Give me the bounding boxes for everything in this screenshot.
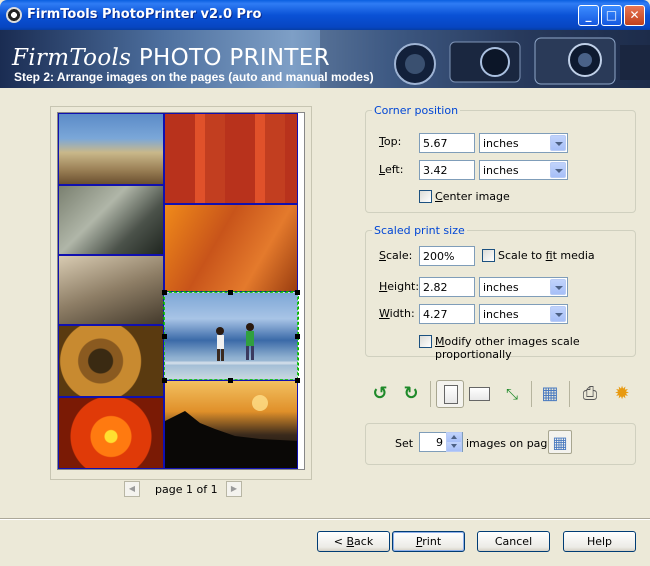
- app-logo: FirmTools PHOTO PRINTER: [12, 45, 330, 71]
- spin-down-icon[interactable]: [447, 442, 461, 451]
- settings-gear-icon[interactable]: ✹: [608, 380, 636, 408]
- spin-up-icon[interactable]: [447, 433, 461, 442]
- bottom-separator: [0, 518, 650, 520]
- page-navigator: ◀ page 1 of 1 ▶: [124, 481, 244, 499]
- prev-page-button[interactable]: ◀: [124, 481, 140, 497]
- top-label: Top:: [379, 135, 402, 148]
- left-unit-select[interactable]: inches: [479, 160, 568, 180]
- print-button[interactable]: Print: [392, 531, 465, 552]
- photo-beach[interactable]: [58, 113, 164, 185]
- auto-layout-icon[interactable]: ▦: [536, 380, 564, 408]
- corner-position-title: Corner position: [372, 104, 461, 117]
- apply-grid-icon[interactable]: ▦: [548, 430, 572, 454]
- photo-red-grass[interactable]: [164, 113, 298, 204]
- toolbar-separator: [531, 381, 532, 407]
- selection-handle[interactable]: [162, 378, 167, 383]
- next-page-button[interactable]: ▶: [226, 481, 242, 497]
- landscape-orientation-button[interactable]: [466, 380, 494, 408]
- width-label: Width:: [379, 307, 415, 320]
- chevron-down-icon[interactable]: [550, 135, 566, 151]
- height-unit-select[interactable]: inches: [479, 277, 568, 297]
- toolbar-separator: [569, 381, 570, 407]
- toolbar-separator: [430, 381, 431, 407]
- modify-proportionally-label: Modify other images scale proportionally: [435, 335, 580, 361]
- chevron-down-icon[interactable]: [550, 162, 566, 178]
- landscape-page-icon: [469, 387, 490, 401]
- photo-people-at-beach-selected[interactable]: [163, 291, 299, 381]
- app-icon: [6, 7, 22, 23]
- people-silhouettes: [165, 323, 297, 365]
- help-button[interactable]: Help: [563, 531, 636, 552]
- back-button[interactable]: < Back: [317, 531, 390, 552]
- window-title: FirmTools PhotoPrinter v2.0 Pro: [27, 7, 262, 22]
- sunset-landscape: [165, 395, 297, 468]
- page-preview[interactable]: [57, 112, 305, 470]
- step-heading: Step 2: Arrange images on the pages (aut…: [14, 70, 374, 84]
- width-unit-select[interactable]: inches: [479, 304, 568, 324]
- scale-to-fit-label: Scale to fit media: [498, 249, 595, 262]
- rotate-left-icon[interactable]: ↺: [366, 380, 394, 408]
- photo-sunset-silhouette[interactable]: [164, 380, 298, 469]
- set-label: Set: [395, 437, 414, 450]
- scale-label: Scale:: [379, 249, 413, 262]
- height-input[interactable]: 2.82: [419, 277, 475, 297]
- selection-handle[interactable]: [228, 290, 233, 295]
- portrait-orientation-button[interactable]: [436, 380, 464, 408]
- cancel-button[interactable]: Cancel: [477, 531, 550, 552]
- minimize-button[interactable]: _: [578, 5, 599, 26]
- portrait-page-icon: [444, 385, 458, 404]
- chevron-down-icon[interactable]: [550, 306, 566, 322]
- selection-handle[interactable]: [295, 378, 300, 383]
- center-image-label: Center image: [435, 190, 510, 203]
- modify-proportionally-checkbox[interactable]: [419, 335, 432, 348]
- scale-input[interactable]: 200%: [419, 246, 475, 266]
- logo-main-text: PHOTO PRINTER: [131, 45, 330, 71]
- photo-orange-dunes[interactable]: [164, 204, 298, 292]
- chevron-down-icon[interactable]: [550, 279, 566, 295]
- title-bar: FirmTools PhotoPrinter v2.0 Pro _ □ ✕: [0, 0, 650, 30]
- close-button[interactable]: ✕: [624, 5, 645, 26]
- maximize-button[interactable]: □: [601, 5, 622, 26]
- height-label: Height:: [379, 280, 420, 293]
- top-input[interactable]: 5.67: [419, 133, 475, 153]
- photo-bicycles[interactable]: [58, 185, 164, 255]
- center-image-checkbox[interactable]: [419, 190, 432, 203]
- photo-rusty-gear[interactable]: [58, 325, 164, 397]
- selection-handle[interactable]: [228, 378, 233, 383]
- app-window: FirmTools PhotoPrinter v2.0 Pro _ □ ✕ Fi…: [0, 0, 650, 566]
- left-label: Left:: [379, 163, 404, 176]
- printer-setup-icon[interactable]: ⎙: [576, 380, 604, 408]
- selection-handle[interactable]: [162, 290, 167, 295]
- selection-handle[interactable]: [162, 334, 167, 339]
- scaled-print-size-title: Scaled print size: [372, 224, 467, 237]
- images-on-page-label: images on page: [466, 437, 555, 450]
- rotate-right-icon[interactable]: ↻: [397, 380, 425, 408]
- photo-sand-dunes[interactable]: [58, 255, 164, 325]
- images-per-page-spinner[interactable]: [446, 432, 462, 452]
- page-indicator: page 1 of 1: [155, 483, 218, 496]
- logo-script-text: FirmTools: [12, 45, 132, 71]
- width-input[interactable]: 4.27: [419, 304, 475, 324]
- header-banner: FirmTools PHOTO PRINTER Step 2: Arrange …: [0, 30, 650, 88]
- left-input[interactable]: 3.42: [419, 160, 475, 180]
- selection-handle[interactable]: [295, 334, 300, 339]
- fit-to-page-icon[interactable]: ⤡: [498, 380, 526, 408]
- photo-orange-flower[interactable]: [58, 397, 164, 469]
- scale-to-fit-checkbox[interactable]: [482, 249, 495, 262]
- top-unit-select[interactable]: inches: [479, 133, 568, 153]
- selection-handle[interactable]: [295, 290, 300, 295]
